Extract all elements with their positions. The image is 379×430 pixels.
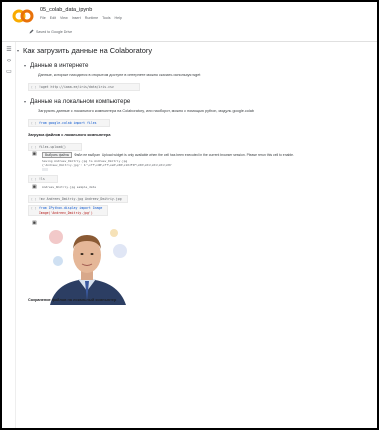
code-cell-mv[interactable]: [ ] !mv Andreev_Dmitriy.jpg Andreev_Dmit… xyxy=(28,195,128,203)
code-text-line-2: Image('Andreev_Dmitriy.jpg') xyxy=(39,211,93,215)
cell-run-indicator[interactable]: [ ] xyxy=(31,144,36,150)
code-cell-ls[interactable]: [ ] !ls xyxy=(28,175,58,183)
internet-paragraph: Данные, которые находятся в открытом дос… xyxy=(38,73,201,77)
main-heading: ▾ Как загрузить данные на Colaboratory xyxy=(17,46,152,55)
save-subheading: Сохранение файлов на локальный компьютер xyxy=(28,298,117,302)
saving-output-line-2: {'Andreev_Dmitriy.jpg': b'\xff\xd8\xff\x… xyxy=(42,163,173,167)
app-bar: 05_colab_data_ipynb File Edit View Inser… xyxy=(2,2,377,42)
menu-tools[interactable]: Tools xyxy=(102,16,110,20)
code-text: !ls xyxy=(39,177,45,181)
output-icon[interactable]: ▣ xyxy=(32,221,37,226)
menu-insert[interactable]: Insert xyxy=(72,16,81,20)
code-snippets-icon[interactable]: ‹› xyxy=(5,57,13,65)
code-text-line-1: from IPython.display import Image xyxy=(39,206,103,210)
upload-message: Upload widget is only available when the… xyxy=(101,153,294,157)
section-local-heading-text: Данные на локальном компьютере xyxy=(30,98,131,105)
cell-run-indicator[interactable]: [ ] xyxy=(31,176,36,182)
code-text: !mv Andreev_Dmitriy.jpg Andreev_Dmitriy.… xyxy=(39,197,122,201)
no-file-label: Файл не выбран xyxy=(74,153,100,157)
menu-edit[interactable]: Edit xyxy=(50,16,56,20)
collapse-caret-icon[interactable]: ▾ xyxy=(17,48,19,53)
choose-files-button[interactable]: Выбрать файлы xyxy=(42,152,73,158)
collapse-caret-icon[interactable]: ▾ xyxy=(24,63,26,68)
collapse-caret-icon[interactable]: ▾ xyxy=(24,99,26,104)
output-icon[interactable]: ▣ xyxy=(32,152,37,157)
left-rail: ☰ ‹› ▭ xyxy=(2,42,16,428)
ls-output: Andreev_Dmitriy.jpg sample_data xyxy=(42,185,96,189)
portrait-photo xyxy=(42,221,132,305)
upload-subheading: Загрузка файлов с локального компьютера xyxy=(28,133,111,137)
menu-help[interactable]: Help xyxy=(115,16,122,20)
menu-runtime[interactable]: Runtime xyxy=(85,16,98,20)
section-local-heading: ▾ Данные на локальном компьютере xyxy=(24,98,130,105)
menu-file[interactable]: File xyxy=(40,16,46,20)
section-internet-heading-text: Данные в интернете xyxy=(30,62,89,69)
code-cell-image[interactable]: [ ] from IPython.display import Image Im… xyxy=(28,205,108,216)
code-text: from google.colab import files xyxy=(39,121,97,125)
colab-logo-icon[interactable] xyxy=(12,9,34,23)
colab-window: 05_colab_data_ipynb File Edit View Inser… xyxy=(2,2,377,428)
output-scrollbar[interactable] xyxy=(42,168,48,171)
code-cell-files-upload[interactable]: [ ] files.upload() xyxy=(28,143,82,151)
cell-run-indicator[interactable]: [ ] xyxy=(31,120,36,126)
toc-icon[interactable]: ☰ xyxy=(5,46,13,54)
cell-run-indicator[interactable]: [ ] xyxy=(31,84,36,90)
pencil-icon xyxy=(29,29,34,34)
code-text: files.upload() xyxy=(39,145,66,149)
saved-status-text: Saved to Google Drive xyxy=(36,29,73,34)
notebook-title[interactable]: 05_colab_data_ipynb xyxy=(40,7,92,13)
main-heading-text: Как загрузить данные на Colaboratory xyxy=(23,46,153,55)
local-paragraph: Загрузить данные с локального компьютера… xyxy=(38,109,254,113)
menu-view[interactable]: View xyxy=(60,16,68,20)
cell-run-indicator[interactable]: [ ] xyxy=(31,206,36,211)
files-icon[interactable]: ▭ xyxy=(5,68,13,76)
code-text: !wget http://iaaa.ee/iris/data/iris.csv xyxy=(39,85,114,89)
code-cell-import-files[interactable]: [ ] from google.colab import files xyxy=(28,119,110,127)
cell-run-indicator[interactable]: [ ] xyxy=(31,196,36,202)
code-cell-wget[interactable]: [ ] !wget http://iaaa.ee/iris/data/iris.… xyxy=(28,83,140,91)
section-internet-heading: ▾ Данные в интернете xyxy=(24,62,88,69)
upload-widget: Выбрать файлы Файл не выбран Upload widg… xyxy=(42,152,294,158)
menu-bar: File Edit View Insert Runtime Tools Help xyxy=(40,16,122,20)
saved-status: Saved to Google Drive xyxy=(29,29,72,34)
output-icon[interactable]: ▣ xyxy=(32,185,37,190)
